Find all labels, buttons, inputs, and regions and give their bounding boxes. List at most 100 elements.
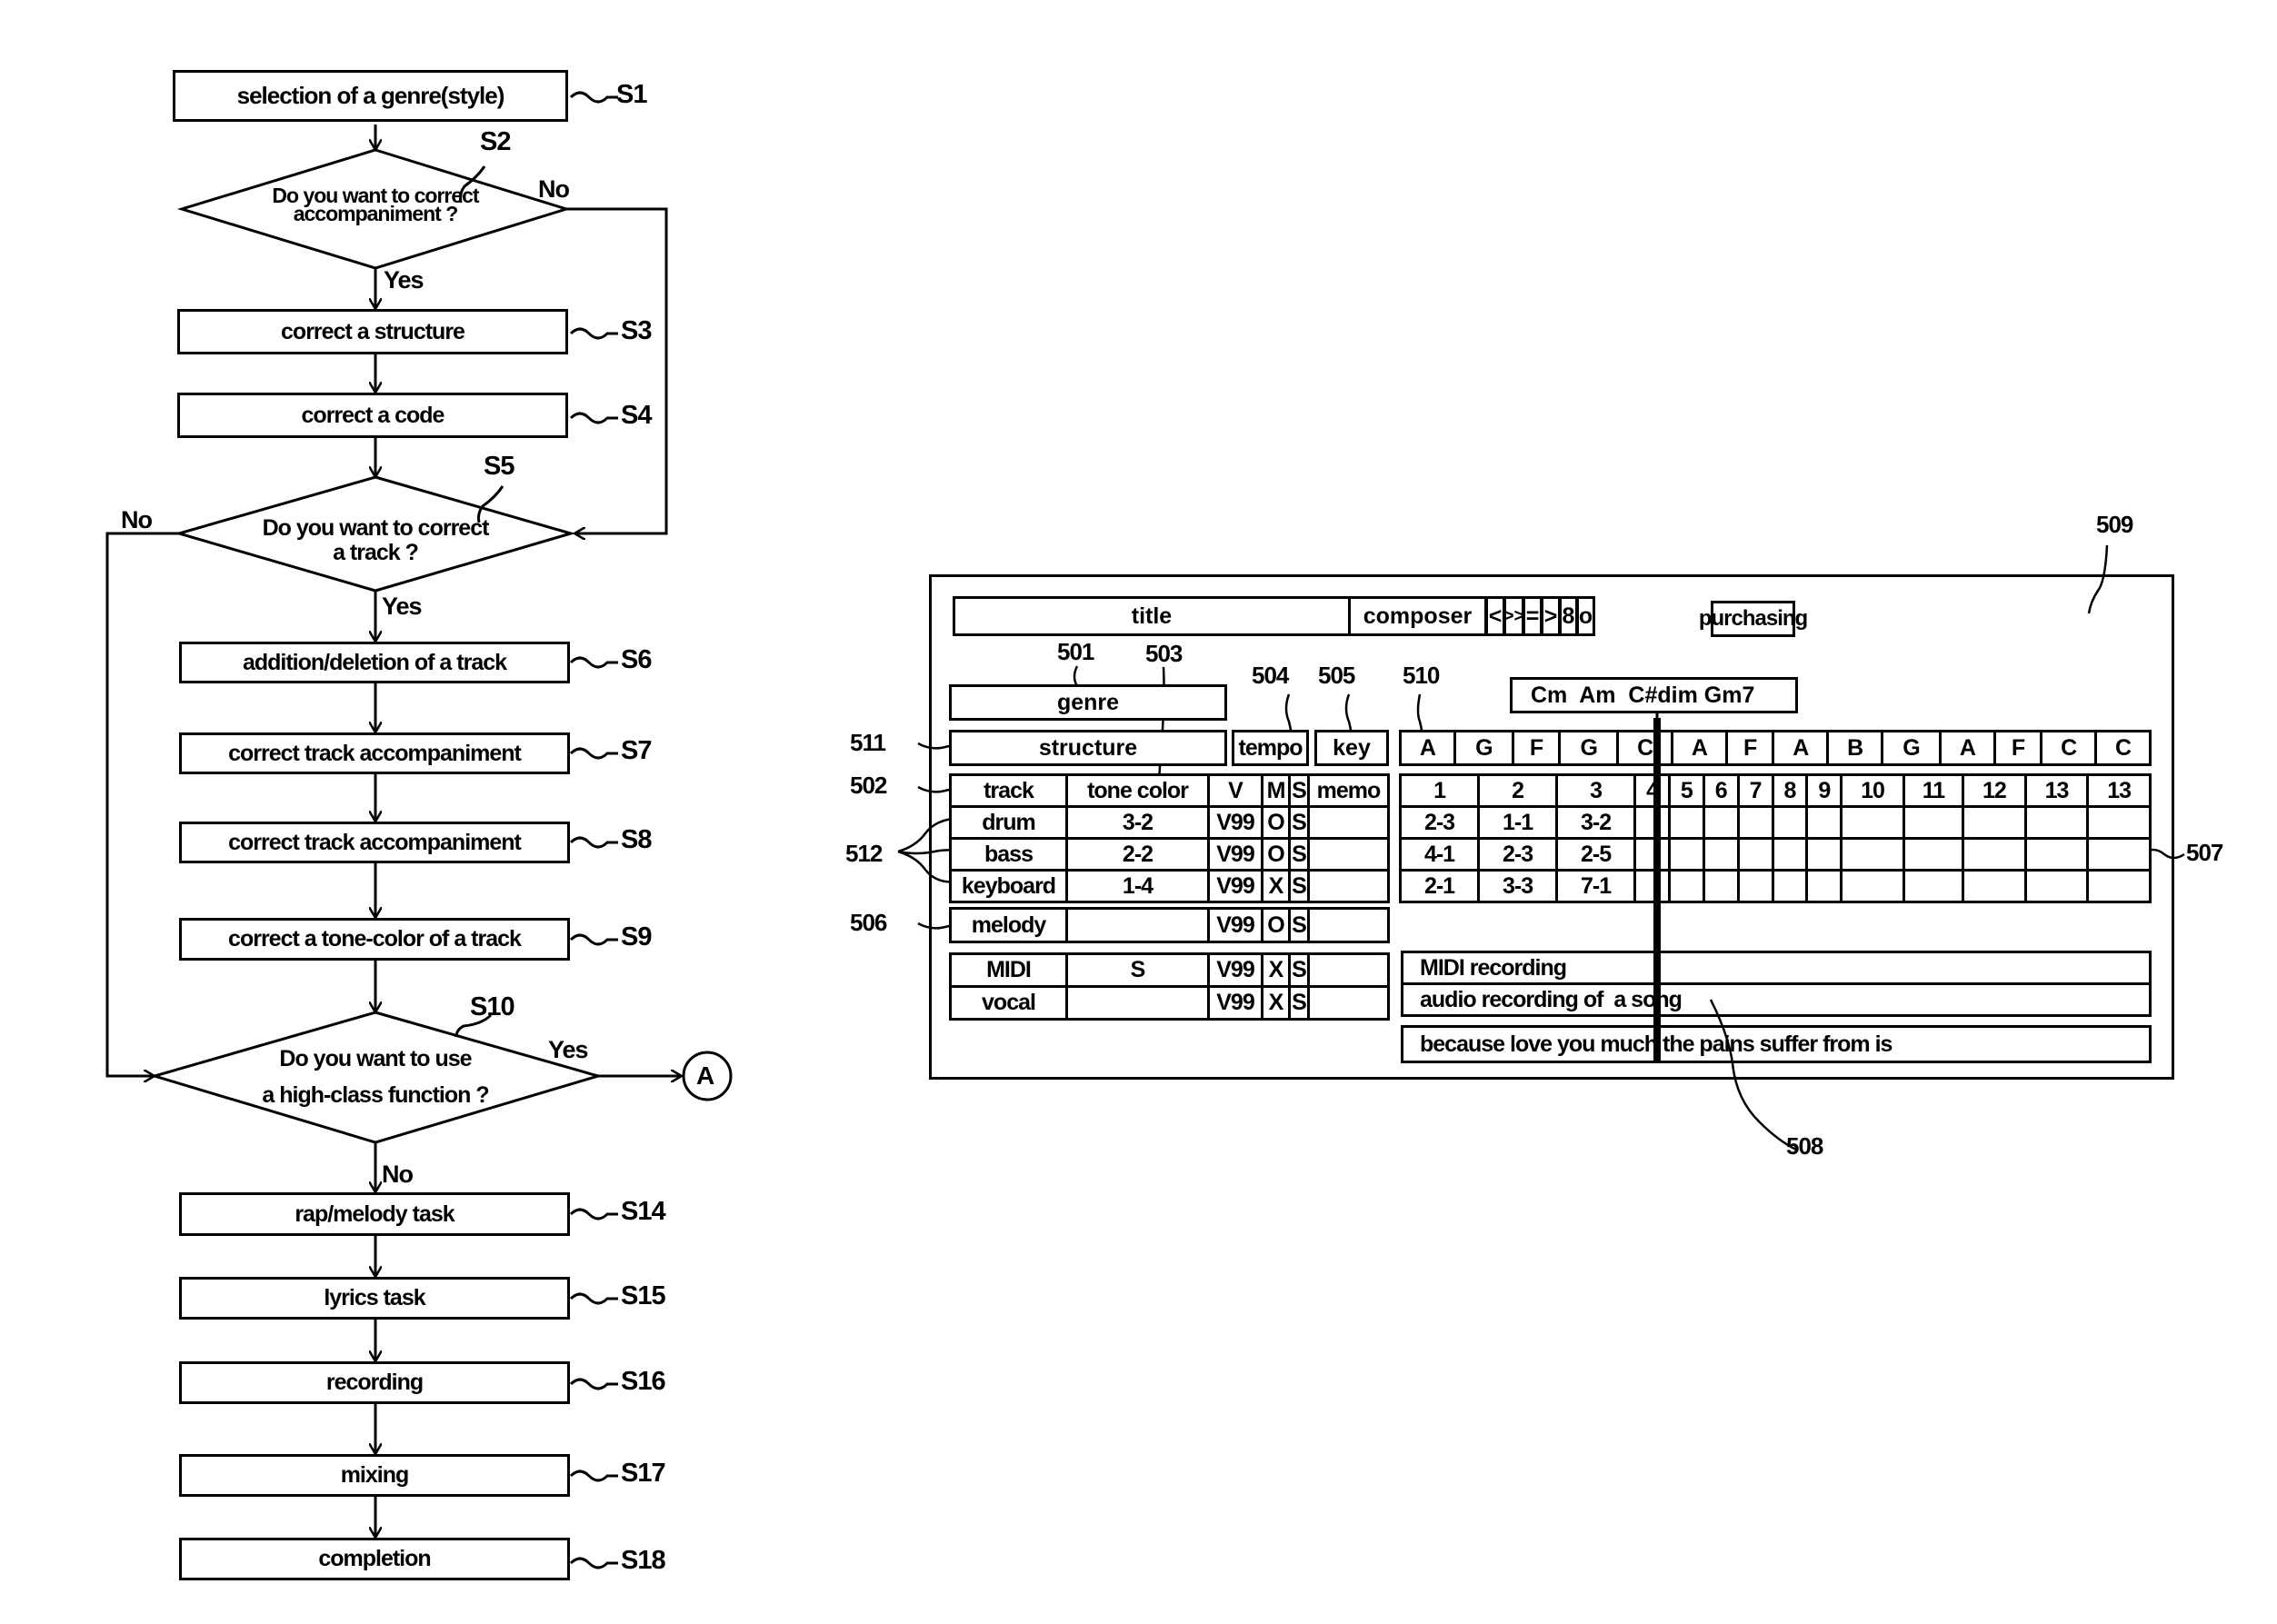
pattern-cell[interactable]: 2-3 xyxy=(1398,805,1481,840)
pattern-cell[interactable] xyxy=(1736,869,1774,903)
pattern-cell[interactable] xyxy=(2086,869,2152,903)
pattern-cell[interactable] xyxy=(2023,837,2090,872)
track-tone[interactable]: S xyxy=(1065,952,1210,988)
measure-number-cell[interactable]: 6 xyxy=(1702,773,1740,808)
section-letter-cell[interactable]: G xyxy=(1558,730,1620,766)
pattern-cell[interactable] xyxy=(1805,837,1843,872)
section-letter-cell[interactable]: A xyxy=(1671,730,1728,766)
pattern-cell[interactable]: 2-3 xyxy=(1477,837,1559,872)
section-letter-cell[interactable]: G xyxy=(1881,730,1942,766)
pattern-cell[interactable] xyxy=(1805,869,1843,903)
loop-button[interactable]: 8 xyxy=(1559,596,1578,636)
track-row-midi[interactable]: MIDI S V99 X S xyxy=(949,952,1390,988)
track-name[interactable]: drum xyxy=(949,805,1068,840)
pattern-cell[interactable] xyxy=(1736,837,1774,872)
composer-field[interactable]: composer xyxy=(1348,596,1487,636)
track-solo[interactable]: S xyxy=(1288,907,1310,943)
pattern-cell[interactable]: 3-3 xyxy=(1477,869,1559,903)
stop-button[interactable]: = xyxy=(1523,596,1543,636)
measure-number-cell[interactable]: 9 xyxy=(1805,773,1843,808)
pattern-cell[interactable] xyxy=(1902,869,1965,903)
track-volume[interactable]: V99 xyxy=(1207,985,1263,1021)
measure-number-cell[interactable]: 5 xyxy=(1667,773,1705,808)
section-letter-cell[interactable]: A xyxy=(1399,730,1456,766)
section-letter-cell[interactable]: F xyxy=(1511,730,1562,766)
pattern-cell[interactable] xyxy=(1633,869,1671,903)
pattern-cell[interactable] xyxy=(1902,837,1965,872)
measure-number-cell[interactable]: 8 xyxy=(1771,773,1809,808)
pattern-cell[interactable]: 7-1 xyxy=(1555,869,1637,903)
section-letter-cell[interactable]: F xyxy=(1992,730,2043,766)
track-memo[interactable] xyxy=(1307,805,1390,840)
track-solo[interactable]: S xyxy=(1288,985,1310,1021)
track-tone[interactable]: 2-2 xyxy=(1065,837,1210,872)
track-name[interactable]: keyboard xyxy=(949,869,1068,903)
track-volume[interactable]: V99 xyxy=(1207,837,1263,872)
pattern-cell[interactable] xyxy=(1771,869,1809,903)
track-row-drum[interactable]: drum 3-2 V99 O S xyxy=(949,805,1390,840)
structure-field[interactable]: structure xyxy=(949,730,1227,766)
pattern-cell[interactable] xyxy=(1633,805,1671,840)
section-letter-cell[interactable]: F xyxy=(1724,730,1775,766)
pattern-cell[interactable] xyxy=(1633,837,1671,872)
track-name[interactable]: melody xyxy=(949,907,1068,943)
track-name[interactable]: MIDI xyxy=(949,952,1068,988)
pattern-cell[interactable] xyxy=(1840,805,1905,840)
track-solo[interactable]: S xyxy=(1288,837,1310,872)
measure-number-cell[interactable]: 13 xyxy=(2086,773,2152,808)
track-volume[interactable]: V99 xyxy=(1207,805,1263,840)
track-mute[interactable]: X xyxy=(1261,952,1291,988)
pattern-cell[interactable]: 4-1 xyxy=(1398,837,1481,872)
fast-forward-button[interactable]: >> xyxy=(1503,596,1524,636)
track-mute[interactable]: O xyxy=(1261,837,1291,872)
measure-number-cell[interactable]: 7 xyxy=(1736,773,1774,808)
pattern-cell[interactable] xyxy=(1962,805,2027,840)
measure-number-cell[interactable]: 10 xyxy=(1840,773,1905,808)
section-letter-cell[interactable]: A xyxy=(1772,730,1830,766)
pattern-cell[interactable] xyxy=(1771,805,1809,840)
play-button[interactable]: > xyxy=(1541,596,1561,636)
section-letter-cell[interactable]: C xyxy=(1616,730,1674,766)
track-mute[interactable]: X xyxy=(1261,869,1291,903)
track-memo[interactable] xyxy=(1307,985,1390,1021)
pattern-cell[interactable] xyxy=(1702,805,1740,840)
pattern-cell[interactable] xyxy=(1702,837,1740,872)
tempo-field[interactable]: tempo xyxy=(1232,730,1309,766)
track-tone[interactable] xyxy=(1065,985,1210,1021)
pattern-cell[interactable] xyxy=(1736,805,1774,840)
track-mute[interactable]: O xyxy=(1261,907,1291,943)
measure-number-cell[interactable]: 11 xyxy=(1902,773,1965,808)
pattern-cell[interactable] xyxy=(1962,837,2027,872)
pattern-cell[interactable] xyxy=(1667,805,1705,840)
track-tone[interactable]: 3-2 xyxy=(1065,805,1210,840)
lyrics-lane[interactable]: because love you much the pains suffer f… xyxy=(1401,1025,2152,1063)
track-name[interactable]: vocal xyxy=(949,985,1068,1021)
pattern-cell[interactable] xyxy=(1771,837,1809,872)
measure-number-cell[interactable]: 4 xyxy=(1633,773,1671,808)
key-field[interactable]: key xyxy=(1314,730,1389,766)
section-letter-cell[interactable]: G xyxy=(1453,730,1514,766)
chord-display[interactable]: Cm Am C#dim Gm7 xyxy=(1510,677,1798,713)
pattern-cell[interactable] xyxy=(2023,869,2090,903)
pattern-cell[interactable] xyxy=(2023,805,2090,840)
track-mute[interactable]: O xyxy=(1261,805,1291,840)
track-solo[interactable]: S xyxy=(1288,869,1310,903)
pattern-cell[interactable]: 2-1 xyxy=(1398,869,1481,903)
rewind-button[interactable]: < xyxy=(1485,596,1505,636)
pattern-cell[interactable] xyxy=(1840,869,1905,903)
measure-number-cell[interactable]: 12 xyxy=(1962,773,2027,808)
track-memo[interactable] xyxy=(1307,869,1390,903)
track-tone[interactable]: 1-4 xyxy=(1065,869,1210,903)
purchasing-button[interactable]: purchasing xyxy=(1699,601,1808,637)
measure-number-cell[interactable]: 3 xyxy=(1555,773,1637,808)
track-row-bass[interactable]: bass 2-2 V99 O S xyxy=(949,837,1390,872)
audio-recording-lane[interactable]: audio recording of a song xyxy=(1401,982,2152,1017)
track-volume[interactable]: V99 xyxy=(1207,869,1263,903)
pattern-cell[interactable] xyxy=(1962,869,2027,903)
section-letter-cell[interactable]: C xyxy=(2094,730,2152,766)
pattern-cell[interactable] xyxy=(2086,837,2152,872)
measure-number-cell[interactable]: 13 xyxy=(2023,773,2090,808)
track-row-melody[interactable]: melody V99 O S xyxy=(949,907,1390,943)
track-name[interactable]: bass xyxy=(949,837,1068,872)
genre-field[interactable]: genre xyxy=(949,684,1227,721)
